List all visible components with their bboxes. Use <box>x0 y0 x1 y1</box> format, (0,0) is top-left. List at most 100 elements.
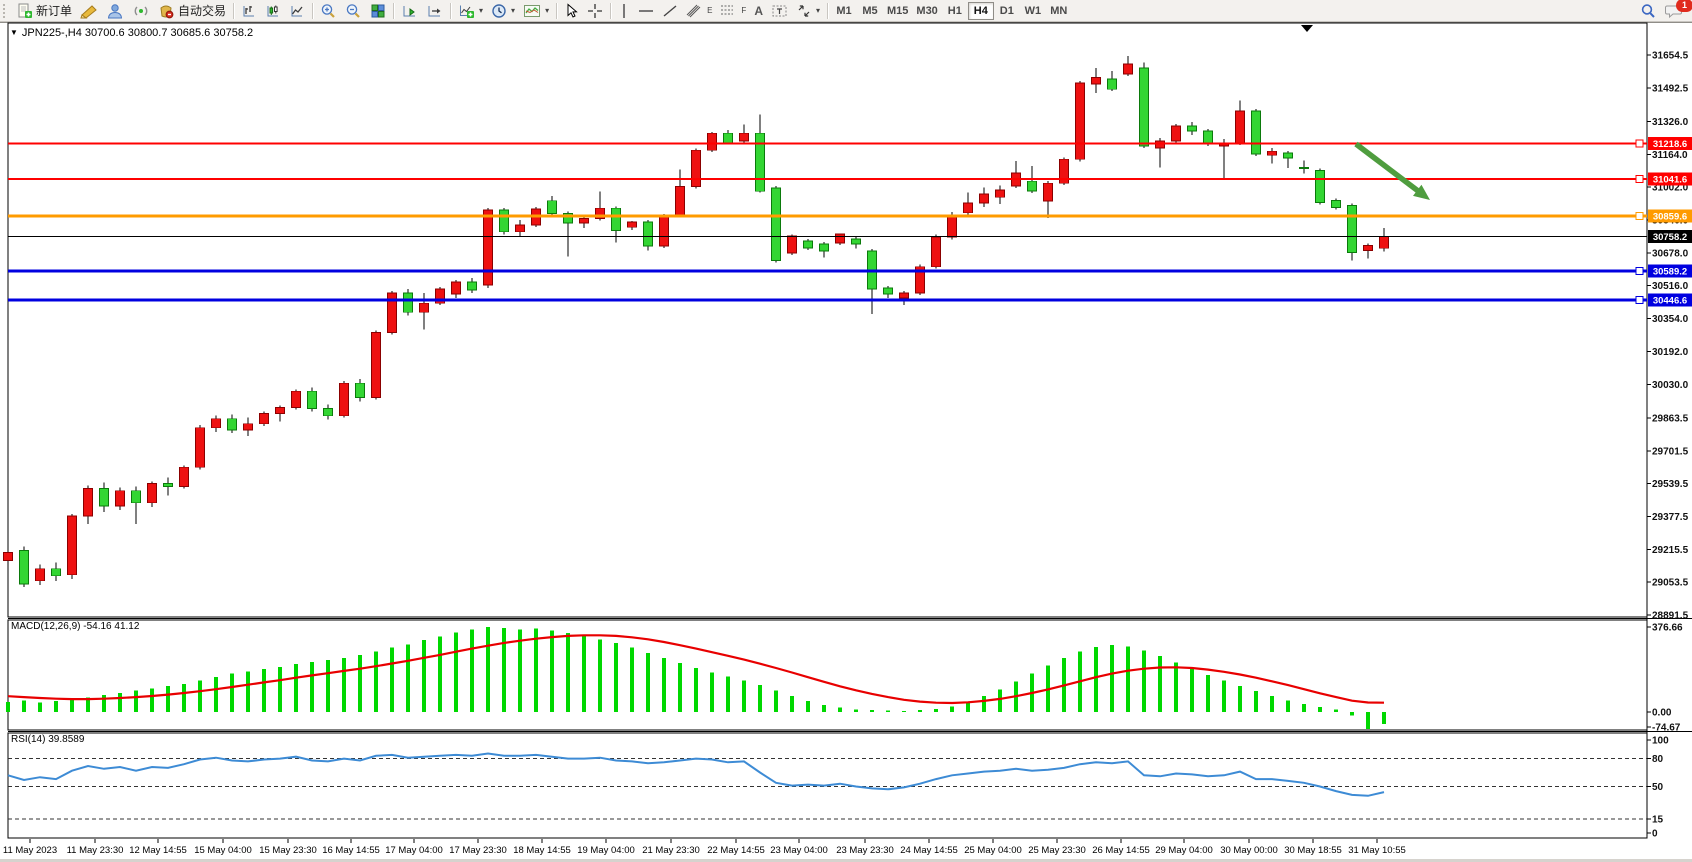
toolbar-grip <box>3 4 9 18</box>
candle-up <box>212 419 221 428</box>
line-handle[interactable] <box>1636 296 1643 303</box>
dropdown-group: ▾ ▾ ▾ <box>454 0 553 21</box>
rsi-axis-label: 50 <box>1652 782 1664 793</box>
macd-histogram-bar <box>758 685 762 712</box>
time-axis-label[interactable]: 11 May 2023 <box>3 845 57 856</box>
channel-tool-button[interactable]: E <box>682 1 716 20</box>
zoom-in-button[interactable] <box>316 1 341 20</box>
time-axis-label[interactable]: 17 May 04:00 <box>385 845 443 856</box>
text-label-tool-button[interactable] <box>767 1 792 20</box>
rsi-line <box>8 754 1384 796</box>
price-tag-label: 31218.6 <box>1653 139 1687 150</box>
macd-histogram-bar <box>1126 647 1130 712</box>
price-tag-label: 31041.6 <box>1653 175 1687 186</box>
time-axis-label[interactable]: 31 May 10:55 <box>1348 845 1406 856</box>
new-order-button[interactable]: 新订单 <box>13 1 76 20</box>
timeframe-h4-button[interactable]: H4 <box>968 2 994 20</box>
time-axis-label[interactable]: 23 May 04:00 <box>770 845 828 856</box>
arrows-tool-button[interactable]: ▾ <box>792 1 824 20</box>
bar-chart-button[interactable] <box>237 1 261 20</box>
macd-histogram-bar <box>534 629 538 712</box>
time-axis-label[interactable]: 15 May 04:00 <box>194 845 252 856</box>
macd-histogram-bar <box>38 703 42 712</box>
time-axis-label[interactable]: 17 May 23:30 <box>449 845 507 856</box>
periods-button[interactable]: ▾ <box>487 1 519 20</box>
timeframe-d1-button[interactable]: D1 <box>994 2 1020 20</box>
search-button[interactable] <box>1636 1 1661 20</box>
chart-shift-marker-icon[interactable] <box>1301 25 1313 32</box>
time-axis-label[interactable]: 24 May 14:55 <box>900 845 958 856</box>
line-chart-button[interactable] <box>285 1 309 20</box>
timeframe-m15-button[interactable]: M15 <box>883 2 912 20</box>
auto-trading-button[interactable]: 自动交易 <box>154 1 230 20</box>
zoom-in-icon <box>320 3 337 19</box>
trend-arrow-line[interactable] <box>1356 144 1422 194</box>
timeframe-m5-button[interactable]: M5 <box>857 2 883 20</box>
time-axis-label[interactable]: 12 May 14:55 <box>129 845 187 856</box>
candle-up <box>1236 111 1245 143</box>
timeframe-m30-button[interactable]: M30 <box>912 2 941 20</box>
price-chart-canvas[interactable]: 31654.531492.531326.031164.031002.030840… <box>0 1 1692 862</box>
templates-button[interactable]: ▾ <box>519 1 553 20</box>
macd-histogram-bar <box>662 658 666 712</box>
collapse-arrow-icon[interactable]: ▼ <box>10 28 18 37</box>
auto-scroll-button[interactable] <box>397 1 422 20</box>
macd-histogram-bar <box>1254 691 1258 712</box>
candle-up <box>148 484 157 503</box>
time-axis-label[interactable]: 25 May 23:30 <box>1028 845 1086 856</box>
new-chart-button[interactable]: ▾ <box>454 1 487 20</box>
cursor-tool-button[interactable] <box>560 1 583 20</box>
line-handle[interactable] <box>1636 267 1643 274</box>
candle-down <box>468 282 477 290</box>
auto-trading-icon <box>158 3 175 19</box>
time-axis-label[interactable]: 30 May 00:00 <box>1220 845 1278 856</box>
vertical-line-tool-button[interactable] <box>614 1 634 20</box>
line-handle[interactable] <box>1636 140 1643 147</box>
community-button[interactable] <box>102 1 128 20</box>
timeframe-w1-button[interactable]: W1 <box>1020 2 1046 20</box>
candle-up <box>420 303 429 312</box>
timeframe-m1-button[interactable]: M1 <box>831 2 857 20</box>
time-axis-label[interactable]: 18 May 14:55 <box>513 845 571 856</box>
time-axis-label[interactable]: 23 May 23:30 <box>836 845 894 856</box>
trendline-tool-button[interactable] <box>658 1 682 20</box>
time-axis-label[interactable]: 25 May 04:00 <box>964 845 1022 856</box>
zoom-out-button[interactable] <box>341 1 366 20</box>
horizontal-line-tool-button[interactable] <box>634 1 658 20</box>
candle-up <box>1124 64 1133 74</box>
time-axis-label[interactable]: 21 May 23:30 <box>642 845 700 856</box>
macd-histogram-bar <box>6 702 10 712</box>
text-tool-button[interactable]: A <box>750 1 767 20</box>
styles-button[interactable] <box>76 1 102 20</box>
line-handle[interactable] <box>1636 213 1643 220</box>
tile-windows-button[interactable] <box>366 1 390 20</box>
timeframe-group: M1 M5 M15 M30 H1 H4 D1 W1 MN <box>831 0 1072 21</box>
time-axis-label[interactable]: 26 May 14:55 <box>1092 845 1150 856</box>
crosshair-tool-button[interactable] <box>583 1 607 20</box>
time-axis-label[interactable]: 22 May 14:55 <box>707 845 765 856</box>
time-axis-label[interactable]: 16 May 14:55 <box>322 845 380 856</box>
macd-histogram-bar <box>166 686 170 712</box>
notifications-button[interactable]: 1 <box>1661 1 1688 20</box>
candlestick-chart-button[interactable] <box>261 1 285 20</box>
macd-histogram-bar <box>422 640 426 712</box>
time-axis-label[interactable]: 30 May 18:55 <box>1284 845 1342 856</box>
candle-up <box>788 236 797 253</box>
timeframe-h1-button[interactable]: H1 <box>942 2 968 20</box>
time-axis-label[interactable]: 11 May 23:30 <box>67 845 124 856</box>
macd-histogram-bar <box>790 696 794 712</box>
macd-histogram-bar <box>1286 700 1290 712</box>
dropdown-caret-icon: ▾ <box>479 6 483 15</box>
chart-shift-button[interactable] <box>422 1 447 20</box>
candle-up <box>740 133 749 141</box>
macd-histogram-bar <box>54 701 58 712</box>
signals-button[interactable] <box>128 1 154 20</box>
line-handle[interactable] <box>1636 176 1643 183</box>
macd-axis-label: 376.66 <box>1652 623 1683 634</box>
chart-window[interactable]: ▼JPN225-,H4 30700.6 30800.7 30685.6 3075… <box>0 22 1692 859</box>
time-axis-label[interactable]: 29 May 04:00 <box>1155 845 1213 856</box>
time-axis-label[interactable]: 19 May 04:00 <box>577 845 635 856</box>
time-axis-label[interactable]: 15 May 23:30 <box>259 845 317 856</box>
fibonacci-tool-button[interactable]: F <box>716 1 750 20</box>
timeframe-mn-button[interactable]: MN <box>1046 2 1072 20</box>
